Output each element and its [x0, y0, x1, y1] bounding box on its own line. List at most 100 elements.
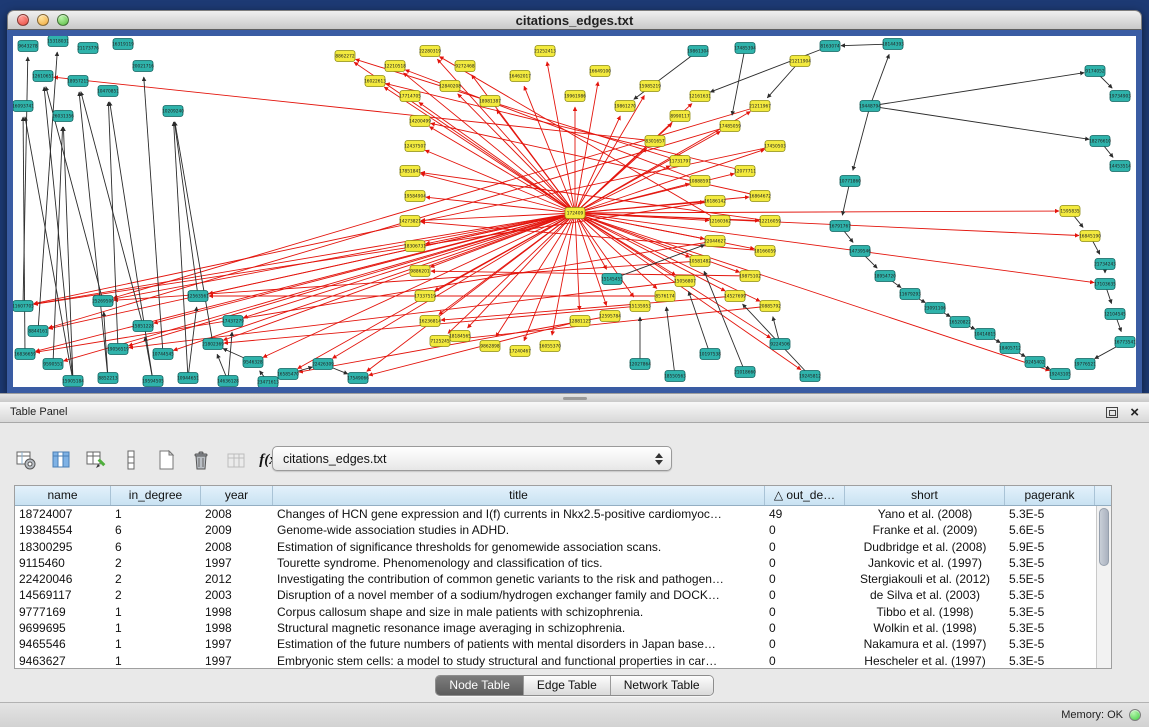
graph-node[interactable]: 18184565 [449, 331, 471, 342]
column-header[interactable]: △ out_de… [765, 486, 845, 505]
graph-node[interactable]: 18550563 [664, 371, 686, 382]
graph-node[interactable]: 25269500 [92, 296, 114, 307]
graph-node[interactable]: 15905184 [62, 376, 84, 387]
graph-node[interactable]: 12160362 [709, 216, 731, 227]
table-row[interactable]: 977716911998Corpus callosum shape and si… [15, 604, 1096, 620]
graph-edge[interactable] [64, 213, 575, 361]
graph-node[interactable]: 20885792 [759, 301, 781, 312]
graph-node[interactable]: 14200499 [409, 116, 431, 127]
graph-node[interactable]: 9590551 [43, 359, 63, 370]
graph-node[interactable]: 12437507 [404, 141, 426, 152]
graph-edge[interactable] [634, 51, 698, 99]
graph-node[interactable]: 17549066 [347, 373, 369, 384]
float-panel-icon[interactable] [1106, 407, 1118, 418]
scrollbar-thumb[interactable] [1099, 508, 1109, 566]
tab-edge-table[interactable]: Edge Table [524, 676, 611, 695]
graph-node[interactable]: 22044627 [704, 236, 726, 247]
graph-node[interactable]: 15135953 [629, 301, 651, 312]
graph-edge[interactable] [666, 307, 675, 376]
graph-node[interactable]: 10209240 [162, 106, 184, 117]
graph-edge[interactable] [732, 48, 745, 115]
graph-node[interactable]: 12104545 [1104, 309, 1126, 320]
graph-edge[interactable] [49, 126, 730, 328]
close-window-button[interactable] [17, 14, 29, 26]
graph-node[interactable]: 17851841 [399, 166, 421, 177]
graph-node[interactable]: 19448794 [859, 101, 881, 112]
graph-edge[interactable] [53, 127, 63, 364]
table-row[interactable]: 946554611997Estimation of the future num… [15, 636, 1096, 652]
graph-node[interactable]: 9245402 [1025, 357, 1045, 368]
graph-node[interactable]: 15056807 [674, 276, 696, 287]
graph-node[interactable]: 12161631 [689, 91, 711, 102]
graph-edge[interactable] [34, 201, 715, 304]
graph-node[interactable]: 19961986 [564, 91, 586, 102]
graph-edge[interactable] [299, 316, 610, 372]
graph-node[interactable]: 18306731 [404, 241, 426, 252]
graph-edge[interactable] [79, 92, 108, 378]
graph-edge[interactable] [223, 213, 575, 340]
graph-edge[interactable] [36, 241, 715, 352]
delete-columns-icon[interactable] [187, 447, 214, 474]
graph-node[interactable]: 14739546 [849, 246, 871, 257]
graph-node[interactable]: 21211904 [789, 56, 811, 67]
graph-node[interactable]: 12077711 [734, 166, 756, 177]
column-header[interactable]: year [201, 486, 273, 505]
graph-node[interactable]: 21018660 [734, 367, 756, 378]
graph-node[interactable]: 16319119 [112, 39, 134, 50]
graph-node[interactable]: 16773541 [1114, 337, 1136, 348]
graph-node[interactable]: 21802369 [202, 339, 224, 350]
close-panel-icon[interactable]: × [1130, 407, 1139, 418]
create-new-column-icon[interactable] [152, 447, 179, 474]
graph-node[interactable]: 12027864 [629, 359, 651, 370]
table-mode-settings-icon[interactable] [12, 447, 39, 474]
window-titlebar[interactable]: citations_edges.txt [7, 10, 1142, 30]
graph-node[interactable]: 21173776 [77, 43, 99, 54]
graph-node[interactable]: 15318031 [47, 36, 69, 47]
graph-node[interactable]: 1595835 [1060, 206, 1080, 217]
graph-node[interactable]: 14636128 [217, 376, 239, 387]
graph-node[interactable]: 16836659 [14, 349, 36, 360]
graph-node[interactable]: 11679293 [899, 289, 921, 300]
graph-node[interactable]: 10197538 [699, 349, 721, 360]
graph-node[interactable]: 9886201 [410, 266, 430, 277]
graph-node[interactable]: 11731797 [669, 156, 691, 167]
graph-node[interactable]: 7125245 [430, 336, 450, 347]
graph-node[interactable]: 17450503 [764, 141, 786, 152]
graph-node[interactable]: 16186142 [704, 196, 726, 207]
graph-node[interactable]: 18954720 [874, 271, 896, 282]
graph-node[interactable]: 8852213 [98, 373, 118, 384]
graph-node[interactable]: 12210518 [384, 61, 406, 72]
graph-node[interactable]: 16649100 [589, 66, 611, 77]
graph-node[interactable]: 21734243 [1094, 259, 1116, 270]
table-row[interactable]: 911546021997Tourette syndrome. Phenomeno… [15, 555, 1096, 571]
graph-node[interactable]: 16022613 [364, 76, 386, 87]
graph-node[interactable]: 19861304 [687, 46, 709, 57]
graph-node[interactable]: 10414815 [974, 329, 996, 340]
graph-node[interactable]: 19861270 [614, 101, 636, 112]
graph-edge[interactable] [174, 122, 188, 378]
graph-node[interactable]: 8301657 [645, 136, 665, 147]
graph-node[interactable]: 21211967 [749, 101, 771, 112]
graph-node[interactable]: 10581482 [689, 256, 711, 267]
graph-node[interactable]: 14527699 [724, 291, 746, 302]
graph-node[interactable]: 19875102 [739, 271, 761, 282]
graph-node[interactable]: 9174052 [1085, 66, 1105, 77]
graph-node[interactable]: 10888591 [689, 176, 711, 187]
show-hide-columns-icon[interactable] [47, 447, 74, 474]
graph-edge[interactable] [575, 213, 760, 301]
graph-node[interactable]: 18981387 [479, 96, 501, 107]
graph-node[interactable]: 18144393 [882, 39, 904, 50]
graph-edge[interactable] [228, 332, 232, 381]
graph-node[interactable]: 16093741 [13, 101, 34, 112]
graph-node[interactable]: 22280319 [419, 46, 441, 57]
graph-node[interactable]: 8844161 [28, 326, 48, 337]
graph-node[interactable]: 18276610 [1089, 136, 1111, 147]
graph-node[interactable]: 15985219 [639, 81, 661, 92]
table-row[interactable]: 2242004622012Investigating the contribut… [15, 571, 1096, 587]
network-table-selector[interactable]: citations_edges.txt [272, 446, 672, 471]
graph-node[interactable]: 15851228 [132, 321, 154, 332]
graph-node[interactable]: 11607705 [13, 301, 34, 312]
minimize-window-button[interactable] [37, 14, 49, 26]
graph-node[interactable]: 17337519 [414, 291, 436, 302]
graph-edge[interactable] [870, 54, 889, 106]
